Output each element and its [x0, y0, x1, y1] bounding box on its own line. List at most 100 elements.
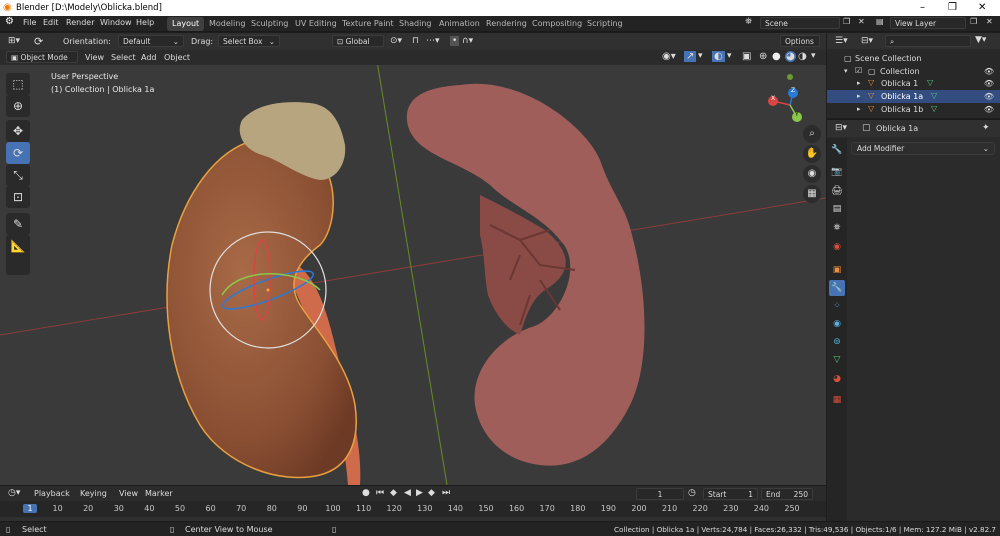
jump-start-icon[interactable]: ⏮ [376, 488, 384, 498]
gizmo-toggle-icon[interactable]: ↗ [684, 51, 697, 62]
tab-rendering[interactable]: Rendering [481, 17, 532, 31]
texture-tab-icon[interactable]: ▦ [829, 392, 845, 408]
end-frame-field[interactable]: End 250 [761, 488, 813, 500]
output-tab-icon[interactable]: 🖨 [829, 183, 845, 199]
pivot-point-icon[interactable]: ⊙▾ [390, 36, 402, 46]
material-tab-icon[interactable]: ◕ [829, 371, 845, 387]
gizmo-y-label[interactable]: Y [795, 111, 799, 118]
tab-modeling[interactable]: Modeling [204, 17, 250, 31]
play-icon[interactable]: ▶ [416, 488, 423, 498]
tab-layout[interactable]: Layout [167, 17, 205, 31]
outliner-scene-collection[interactable]: ▢ Scene Collection [827, 52, 1000, 65]
annotate-tool[interactable]: ✎ [6, 213, 30, 235]
modifier-tab-icon[interactable]: 🔧 [829, 280, 845, 296]
expand-icon[interactable]: ▾ [844, 67, 848, 75]
viewport-menu-view[interactable]: View [85, 53, 104, 62]
mesh-data-tab-icon[interactable]: ▽ [829, 352, 845, 368]
tab-texture-paint[interactable]: Texture Paint [337, 17, 399, 31]
orientation-dropdown[interactable]: Default ⌄ [118, 35, 184, 47]
zoom-view-button[interactable]: ⌕ [803, 125, 821, 143]
visibility-icon[interactable]: ◉▾ [662, 51, 676, 62]
outliner-editor-icon[interactable]: ☰▾ [835, 36, 848, 46]
physics-tab-icon[interactable]: ◉ [829, 316, 845, 332]
blender-menu-icon[interactable]: ⚙ [5, 16, 14, 27]
constraints-tab-icon[interactable]: ⊚ [829, 334, 845, 350]
expand-icon[interactable]: ▸ [857, 105, 861, 113]
tab-shading[interactable]: Shading [394, 17, 437, 31]
3d-viewport[interactable]: User Perspective (1) Collection | Oblick… [0, 65, 826, 485]
overlay-toggle-icon[interactable]: ◐ [712, 51, 725, 62]
start-frame-field[interactable]: Start 1 [703, 488, 758, 500]
viewport-menu-select[interactable]: Select [111, 53, 136, 62]
menu-file[interactable]: File [23, 18, 36, 27]
tab-scripting[interactable]: Scripting [582, 17, 628, 31]
record-icon[interactable]: ● [362, 488, 370, 498]
pan-view-button[interactable]: ✋ [803, 145, 821, 163]
current-frame-field[interactable]: 1 [636, 488, 684, 500]
wireframe-shading-icon[interactable]: ⊕ [759, 51, 767, 62]
menu-render[interactable]: Render [66, 18, 94, 27]
scene-tab-icon[interactable]: ⛯ [829, 220, 845, 236]
gizmo-dropdown-icon[interactable]: ▾ [698, 51, 703, 61]
timeline-menu-marker[interactable]: Marker [145, 489, 173, 498]
eye-icon[interactable]: 👁 [984, 79, 994, 88]
new-view-layer-icon[interactable]: ❐ [970, 17, 977, 26]
editor-type-icon[interactable]: ⊞▾ [8, 36, 20, 46]
eye-icon[interactable]: 👁 [984, 92, 994, 101]
snap-target-icon[interactable]: ⋯▾ [426, 36, 440, 46]
jump-end-icon[interactable]: ⏭ [442, 488, 450, 498]
overlay-dropdown-icon[interactable]: ▾ [727, 51, 732, 61]
solid-shading-icon[interactable]: ● [772, 51, 781, 62]
render-tab-icon[interactable]: 📷 [829, 164, 845, 180]
transform-tool[interactable]: ⊡ [6, 186, 30, 208]
preview-range-icon[interactable]: ◷ [688, 488, 696, 498]
outliner-search-input[interactable]: ⌕ [885, 35, 971, 47]
view-layer-tab-icon[interactable]: ▤ [829, 201, 845, 217]
properties-editor-icon[interactable]: ⊟▾ [835, 123, 847, 133]
timeline-editor-icon[interactable]: ◷▾ [8, 488, 20, 498]
outliner-item[interactable]: ▸ ▽ Oblicka 1 ▽ 👁 [827, 77, 1000, 90]
outliner-item-selected[interactable]: ▸ ▽ Oblicka 1a ▽ 👁 [827, 90, 1000, 103]
rendered-shading-icon[interactable]: ◑ [798, 51, 807, 62]
select-box-tool[interactable]: ⬚ [6, 73, 30, 95]
snap-icon[interactable]: ⊓ [412, 36, 419, 46]
add-modifier-button[interactable]: Add Modifier ⌄ [851, 142, 995, 155]
scale-tool[interactable]: ⤡ [6, 164, 30, 186]
cursor-tool[interactable]: ⊕ [6, 95, 30, 117]
expand-icon[interactable]: ▸ [857, 92, 861, 100]
gizmo-x-label[interactable]: X [771, 95, 775, 102]
active-tool-icon[interactable]: ⟳ [34, 35, 43, 48]
next-keyframe-icon[interactable]: ◆ [428, 488, 435, 498]
eye-icon[interactable]: 👁 [984, 67, 994, 76]
delete-scene-icon[interactable]: ✕ [858, 17, 865, 26]
timeline-menu-keying[interactable]: Keying [80, 489, 107, 498]
xray-toggle-icon[interactable]: ▣ [742, 51, 751, 62]
filter-display-icon[interactable]: ⊟▾ [861, 36, 873, 46]
timeline-menu-view[interactable]: View [119, 489, 138, 498]
menu-help[interactable]: Help [136, 18, 154, 27]
filter-icon[interactable]: ▼▾ [975, 35, 986, 45]
prev-keyframe-icon[interactable]: ◆ [390, 488, 397, 498]
material-shading-icon[interactable]: ◕ [785, 51, 796, 62]
new-scene-icon[interactable]: ❐ [843, 17, 850, 26]
maximize-button[interactable]: ❐ [948, 2, 957, 13]
eye-icon[interactable]: 👁 [984, 105, 994, 114]
tab-compositing[interactable]: Compositing [527, 17, 587, 31]
tab-sculpting[interactable]: Sculpting [246, 17, 293, 31]
object-tab-icon[interactable]: ▣ [829, 262, 845, 278]
shading-options-icon[interactable]: ▾ [811, 51, 816, 61]
viewport-menu-add[interactable]: Add [141, 53, 157, 62]
ortho-toggle-button[interactable]: ▦ [803, 185, 821, 203]
measure-tool[interactable]: 📐 [6, 235, 30, 275]
menu-window[interactable]: Window [100, 18, 132, 27]
timeline-menu-playback[interactable]: Playback [34, 489, 70, 498]
delete-view-layer-icon[interactable]: ✕ [986, 17, 993, 26]
camera-view-button[interactable]: ◉ [803, 165, 821, 183]
scene-selector[interactable]: Scene [760, 17, 840, 29]
gizmo-z-label[interactable]: Z [791, 87, 795, 94]
outliner-item[interactable]: ▸ ▽ Oblicka 1b ▽ 👁 [827, 103, 1000, 116]
tab-animation[interactable]: Animation [434, 17, 485, 31]
menu-edit[interactable]: Edit [43, 18, 59, 27]
proportional-falloff-icon[interactable]: ∩▾ [462, 36, 473, 46]
drag-dropdown[interactable]: Select Box ⌄ [218, 35, 280, 47]
